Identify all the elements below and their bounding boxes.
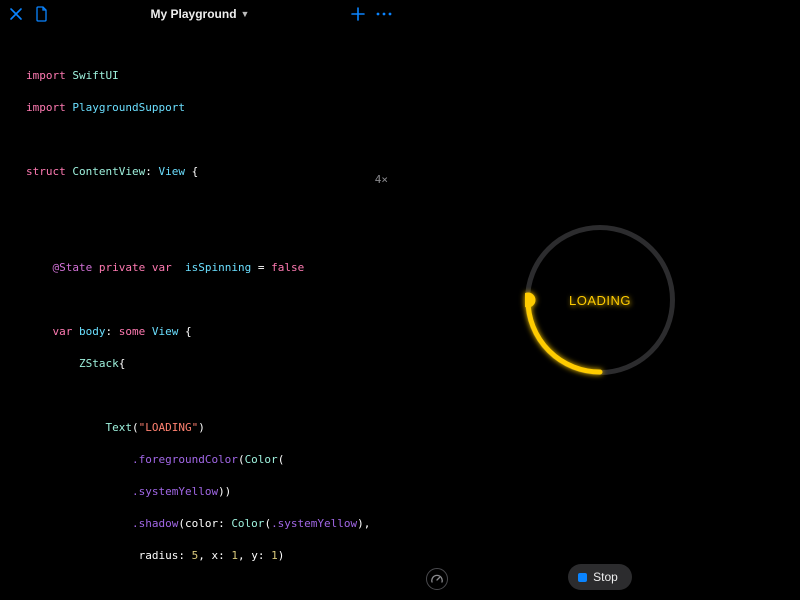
preview-pane: LOADING Stop: [400, 0, 800, 600]
yellow-ring: [525, 225, 675, 375]
execution-counter: 4×: [375, 172, 388, 188]
code-editor-pane: My Playground ▼ 4× import SwiftUI import…: [0, 0, 400, 600]
loading-indicator: LOADING: [525, 225, 675, 375]
plus-icon[interactable]: [350, 6, 366, 22]
stop-label: Stop: [593, 570, 618, 584]
stop-button[interactable]: Stop: [568, 564, 632, 590]
code-editor[interactable]: 4× import SwiftUI import PlaygroundSuppo…: [0, 28, 400, 600]
document-icon[interactable]: [34, 6, 50, 22]
titlebar: [0, 0, 400, 28]
close-icon[interactable]: [8, 6, 24, 22]
speedometer-icon[interactable]: [426, 568, 448, 590]
stop-icon: [578, 573, 587, 582]
ellipsis-icon[interactable]: [376, 6, 392, 22]
preview-toolbar: Stop: [400, 564, 800, 590]
